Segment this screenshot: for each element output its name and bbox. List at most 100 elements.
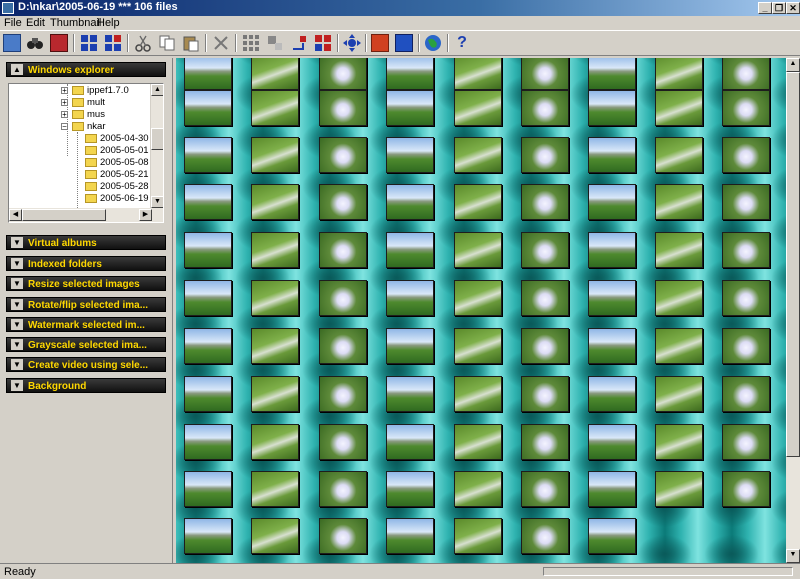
photo-thumbnail[interactable]: [251, 232, 299, 268]
photo-thumbnail[interactable]: [386, 424, 434, 460]
photo-thumbnail[interactable]: [655, 376, 703, 412]
display-icon[interactable]: [395, 34, 413, 52]
photo-thumbnail[interactable]: [655, 471, 703, 507]
binoculars-icon[interactable]: [26, 34, 44, 52]
photo-thumbnail[interactable]: [521, 471, 569, 507]
photo-thumbnail[interactable]: [521, 424, 569, 460]
photo-thumbnail[interactable]: [521, 90, 569, 126]
panel-resize-images[interactable]: ▼ Resize selected images: [6, 276, 166, 291]
photo-thumbnail[interactable]: [319, 184, 367, 220]
select-all-icon[interactable]: [242, 34, 260, 52]
photo-thumbnail[interactable]: [722, 280, 770, 316]
photo-thumbnail[interactable]: [454, 184, 502, 220]
help-icon[interactable]: ?: [453, 34, 471, 52]
photo-thumbnail[interactable]: [454, 232, 502, 268]
copy-icon[interactable]: [158, 34, 176, 52]
photo-thumbnail[interactable]: [251, 280, 299, 316]
photo-thumbnail[interactable]: [184, 471, 232, 507]
move-icon[interactable]: [343, 34, 361, 52]
panel-watermark[interactable]: ▼ Watermark selected im...: [6, 317, 166, 332]
photo-thumbnail[interactable]: [319, 424, 367, 460]
photo-thumbnail[interactable]: [251, 90, 299, 126]
menu-file[interactable]: File: [4, 17, 22, 29]
scroll-up-button[interactable]: ▲: [786, 58, 800, 72]
scroll-down-button[interactable]: ▼: [151, 196, 163, 208]
photo-thumbnail[interactable]: [386, 137, 434, 173]
photo-thumbnail[interactable]: [184, 280, 232, 316]
scroll-up-button[interactable]: ▲: [151, 84, 163, 96]
panel-indexed-folders[interactable]: ▼ Indexed folders: [6, 256, 166, 271]
panel-grayscale[interactable]: ▼ Grayscale selected ima...: [6, 337, 166, 352]
restore-button[interactable]: ❐: [772, 2, 786, 14]
photo-thumbnail[interactable]: [655, 58, 703, 90]
photo-thumbnail[interactable]: [184, 184, 232, 220]
photo-thumbnail[interactable]: [722, 137, 770, 173]
photo-thumbnail[interactable]: [655, 328, 703, 364]
photo-thumbnail[interactable]: [588, 518, 636, 554]
photo-thumbnail[interactable]: [251, 328, 299, 364]
arrange-icon[interactable]: [290, 34, 308, 52]
photo-thumbnail[interactable]: [454, 376, 502, 412]
photo-thumbnail[interactable]: [184, 376, 232, 412]
menu-help[interactable]: Help: [97, 17, 120, 29]
photo-thumbnail[interactable]: [722, 376, 770, 412]
grid-select-icon[interactable]: [104, 34, 122, 52]
photo-thumbnail[interactable]: [386, 471, 434, 507]
photo-thumbnail[interactable]: [521, 137, 569, 173]
photo-thumbnail[interactable]: [454, 58, 502, 90]
photo-thumbnail[interactable]: [454, 90, 502, 126]
photo-thumbnail[interactable]: [386, 280, 434, 316]
photo-thumbnail[interactable]: [319, 232, 367, 268]
panel-background[interactable]: ▼ Background: [6, 378, 166, 393]
scroll-thumb[interactable]: [151, 128, 163, 150]
photo-thumbnail[interactable]: [655, 280, 703, 316]
photo-thumbnail[interactable]: [588, 424, 636, 460]
grid-large-icon[interactable]: [80, 34, 98, 52]
photo-thumbnail[interactable]: [588, 137, 636, 173]
menu-thumbnail[interactable]: Thumbnail: [50, 17, 101, 29]
photo-thumbnail[interactable]: [184, 90, 232, 126]
photo-thumbnail[interactable]: [454, 424, 502, 460]
photo-thumbnail[interactable]: [386, 58, 434, 90]
panel-rotate-flip[interactable]: ▼ Rotate/flip selected ima...: [6, 297, 166, 312]
photo-thumbnail[interactable]: [722, 424, 770, 460]
invert-select-icon[interactable]: [266, 34, 284, 52]
slideshow-icon[interactable]: [371, 34, 389, 52]
photo-thumbnail[interactable]: [251, 424, 299, 460]
photo-thumbnail[interactable]: [386, 518, 434, 554]
photo-thumbnail[interactable]: [521, 184, 569, 220]
photo-thumbnail[interactable]: [521, 58, 569, 90]
photo-thumbnail[interactable]: [521, 280, 569, 316]
photo-thumbnail[interactable]: [588, 184, 636, 220]
photo-thumbnail[interactable]: [722, 328, 770, 364]
photo-thumbnail[interactable]: [184, 58, 232, 90]
photo-thumbnail[interactable]: [184, 328, 232, 364]
delete-icon[interactable]: [212, 34, 230, 52]
photo-thumbnail[interactable]: [184, 424, 232, 460]
panel-create-video[interactable]: ▼ Create video using sele...: [6, 357, 166, 372]
photo-thumbnail[interactable]: [184, 137, 232, 173]
photo-thumbnail[interactable]: [319, 137, 367, 173]
scroll-thumb[interactable]: [786, 72, 800, 457]
photo-thumbnail[interactable]: [184, 232, 232, 268]
photo-thumbnail[interactable]: [655, 232, 703, 268]
photo-thumbnail[interactable]: [386, 184, 434, 220]
photo-thumbnail[interactable]: [386, 328, 434, 364]
photo-thumbnail[interactable]: [454, 471, 502, 507]
photo-thumbnail[interactable]: [454, 280, 502, 316]
photo-thumbnail[interactable]: [655, 424, 703, 460]
photo-thumbnail[interactable]: [722, 90, 770, 126]
folder-tree[interactable]: + ippef1.7.0 + mult + mus − nkar 2005-04…: [8, 83, 164, 223]
photo-thumbnail[interactable]: [251, 137, 299, 173]
tree-horizontal-scrollbar[interactable]: ◀ ▶: [9, 208, 163, 222]
photo-thumbnail[interactable]: [588, 328, 636, 364]
photo-thumbnail[interactable]: [588, 471, 636, 507]
photo-thumbnail[interactable]: [454, 137, 502, 173]
photo-thumbnail[interactable]: [454, 518, 502, 554]
photo-thumbnail[interactable]: [319, 58, 367, 90]
camera-icon[interactable]: [50, 34, 68, 52]
explorer-icon[interactable]: [3, 34, 21, 52]
thumbnail-grid[interactable]: [176, 58, 786, 563]
photo-thumbnail[interactable]: [251, 518, 299, 554]
photo-thumbnail[interactable]: [386, 90, 434, 126]
